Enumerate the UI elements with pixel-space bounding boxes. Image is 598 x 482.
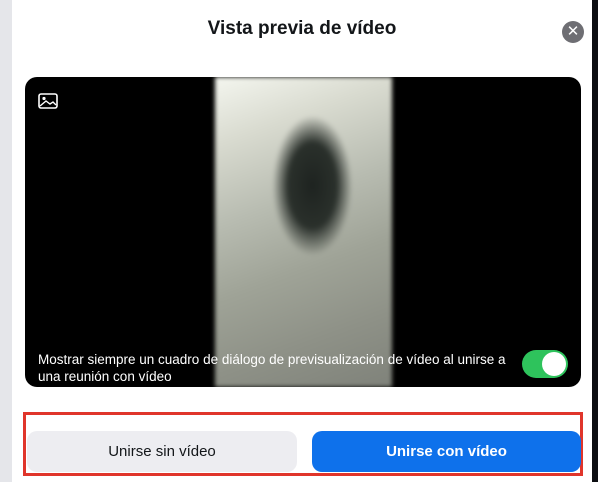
video-preview-dialog: Vista previa de vídeo ✕ Mostrar siempre …	[0, 0, 598, 482]
always-show-preview-label: Mostrar siempre un cuadro de diálogo de …	[38, 352, 506, 384]
video-preview: Mostrar siempre un cuadro de diálogo de …	[25, 77, 581, 387]
close-icon[interactable]: ✕	[562, 21, 584, 43]
toggle-knob	[542, 352, 566, 376]
always-show-preview-toggle[interactable]	[522, 350, 568, 378]
dialog-title: Vista previa de vídeo	[207, 18, 397, 39]
image-icon[interactable]	[38, 93, 58, 109]
action-buttons-highlight: Unirse sin vídeo Unirse con vídeo	[23, 412, 583, 476]
join-without-video-button[interactable]: Unirse sin vídeo	[27, 431, 297, 472]
camera-feed	[215, 77, 392, 387]
join-with-video-button[interactable]: Unirse con vídeo	[312, 431, 581, 472]
